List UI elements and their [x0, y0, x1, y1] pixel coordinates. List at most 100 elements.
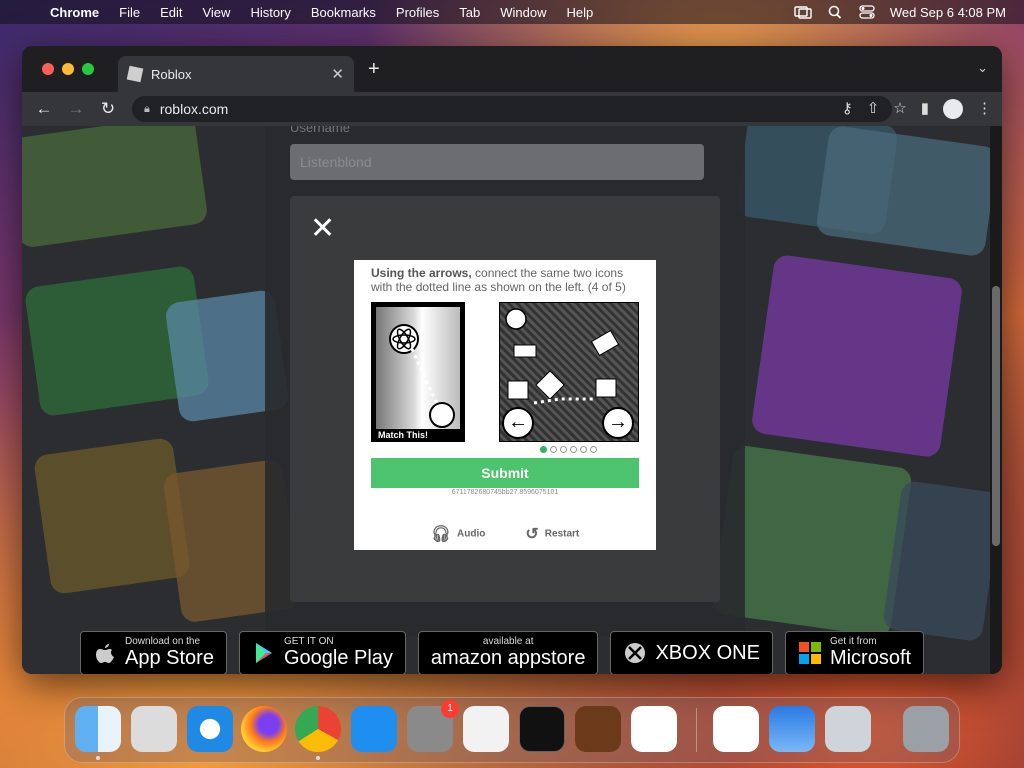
restart-icon: ↺: [525, 526, 539, 543]
google-play-small: GET IT ON: [283, 636, 334, 647]
captcha-footer: 🎧︎ Audio ↺ Restart: [354, 524, 656, 544]
store-badges: Download on the App Store GET IT ON Google…: [80, 631, 925, 674]
textedit-icon[interactable]: [463, 706, 509, 752]
amazon-appstore-badge[interactable]: available at amazon appstore: [417, 631, 599, 674]
menu-file[interactable]: File: [109, 5, 150, 20]
example-image: Match This!: [371, 302, 465, 442]
bookmark-star-icon[interactable]: ☆: [893, 99, 906, 119]
reload-icon[interactable]: ↻: [92, 99, 124, 119]
safari-icon[interactable]: [187, 706, 233, 752]
google-play-big: Google Play: [283, 647, 393, 669]
finder-icon[interactable]: [75, 706, 121, 752]
example-photo: [376, 307, 460, 429]
visual-studio-icon[interactable]: [713, 706, 759, 752]
browser-toolbar: ← → ↻ 🔒︎ roblox.com ⚷ ⇧ ☆ ▮ ⋮: [22, 92, 1002, 126]
audio-label: Audio: [457, 528, 486, 540]
firefox-icon[interactable]: [241, 706, 287, 752]
app-store-icon[interactable]: [351, 706, 397, 752]
background-game-thumbnail: [750, 253, 964, 459]
app-store-small: Download on the: [125, 636, 201, 647]
captcha-challenge: Using the arrows, connect the same two i…: [354, 260, 656, 550]
spotlight-search-icon[interactable]: [826, 5, 844, 19]
password-key-icon[interactable]: ⚷: [842, 99, 853, 119]
tab-search-chevron-icon[interactable]: ⌄: [977, 60, 988, 76]
username-label: Username: [290, 126, 350, 135]
menu-app-name[interactable]: Chrome: [40, 5, 109, 20]
roblox-favicon-icon: [126, 65, 144, 83]
captcha-instructions: Using the arrows, connect the same two i…: [371, 266, 641, 294]
menu-edit[interactable]: Edit: [150, 5, 192, 20]
garageband-icon[interactable]: [575, 706, 621, 752]
menu-view[interactable]: View: [192, 5, 240, 20]
challenge-progress-dots: [540, 446, 597, 453]
microsoft-logo-icon: [798, 642, 821, 664]
progress-dot: [560, 446, 567, 453]
xbox-logo-icon: [625, 643, 646, 663]
screen-mirroring-icon[interactable]: [794, 5, 812, 19]
chrome-icon[interactable]: [295, 706, 341, 752]
weather-icon[interactable]: [769, 706, 815, 752]
chrome-menu-kebab-icon[interactable]: ⋮: [977, 99, 992, 119]
roblox-page: Username Listenblond ✕ Using the arrows,…: [22, 126, 990, 674]
tab-roblox[interactable]: Roblox ✕: [118, 56, 354, 92]
control-center-icon[interactable]: [858, 5, 876, 19]
restart-button[interactable]: ↺ Restart: [525, 524, 579, 544]
background-game-thumbnail: [815, 126, 990, 258]
amazon-big: amazon appstore: [430, 647, 586, 669]
share-icon[interactable]: ⇧: [867, 99, 880, 119]
close-modal-icon[interactable]: ✕: [310, 214, 335, 244]
lock-icon[interactable]: 🔒︎: [144, 103, 150, 116]
audio-button[interactable]: 🎧︎ Audio: [431, 524, 486, 544]
menu-history[interactable]: History: [240, 5, 300, 20]
menu-window[interactable]: Window: [490, 5, 556, 20]
tab-strip: Roblox ✕ + ⌄: [22, 46, 1002, 92]
launchpad-icon[interactable]: [131, 706, 177, 752]
close-window-button[interactable]: [42, 63, 54, 75]
arrow-left-button[interactable]: ←: [502, 407, 534, 439]
arrow-right-button[interactable]: →: [602, 407, 634, 439]
back-arrow-icon[interactable]: ←: [28, 99, 60, 119]
address-bar[interactable]: 🔒︎ roblox.com: [132, 96, 892, 122]
disk-utility-icon[interactable]: [825, 706, 871, 752]
background-game-thumbnail: [22, 126, 209, 249]
menu-profiles[interactable]: Profiles: [386, 5, 449, 20]
zoom-window-button[interactable]: [82, 63, 94, 75]
username-input[interactable]: Listenblond: [290, 144, 704, 180]
close-tab-icon[interactable]: ✕: [331, 65, 344, 83]
new-tab-plus-icon[interactable]: +: [368, 58, 380, 81]
menu-tab[interactable]: Tab: [449, 5, 490, 20]
minimize-window-button[interactable]: [62, 63, 74, 75]
tab-title: Roblox: [151, 66, 192, 82]
match-this-label: Match This!: [378, 430, 429, 440]
microsoft-small: Get it from: [829, 636, 877, 647]
menu-help[interactable]: Help: [557, 5, 604, 20]
macos-dock: 1: [64, 697, 960, 763]
terminal-icon[interactable]: [519, 706, 565, 752]
vscode-icon[interactable]: [631, 706, 677, 752]
puzzle-image[interactable]: ← →: [499, 302, 639, 442]
profile-avatar-icon[interactable]: [943, 99, 963, 119]
microsoft-badge[interactable]: Get it from Microsoft: [784, 631, 925, 674]
toolbar-actions: ⚷ ⇧ ☆ ▮ ⋮: [842, 99, 992, 119]
trash-icon[interactable]: [903, 706, 949, 752]
xbox-one-badge[interactable]: XBOX ONE: [610, 631, 773, 674]
url-text[interactable]: roblox.com: [160, 101, 228, 117]
running-indicator: [96, 756, 100, 760]
menu-bookmarks[interactable]: Bookmarks: [301, 5, 386, 20]
progress-dot: [540, 446, 547, 453]
chrome-window: Roblox ✕ + ⌄ ← → ↻ 🔒︎ roblox.com ⚷ ⇧ ☆ ▮…: [22, 46, 1002, 674]
example-dotted-path-icon: [389, 324, 455, 428]
progress-dot: [550, 446, 557, 453]
instruction-bold-text: Using the arrows,: [371, 266, 472, 280]
xbox-big: XBOX ONE: [655, 642, 760, 664]
app-store-badge[interactable]: Download on the App Store: [80, 631, 227, 674]
scrollbar-thumb[interactable]: [992, 286, 1000, 546]
google-play-logo-icon: [255, 643, 272, 663]
running-indicator: [316, 756, 320, 760]
submit-button[interactable]: Submit: [371, 458, 639, 488]
forward-arrow-icon[interactable]: →: [60, 99, 92, 119]
amazon-small: available at: [482, 636, 534, 647]
side-panel-icon[interactable]: ▮: [921, 99, 929, 119]
menu-bar-clock[interactable]: Wed Sep 6 4:08 PM: [890, 5, 1006, 20]
google-play-badge[interactable]: GET IT ON Google Play: [238, 631, 406, 674]
